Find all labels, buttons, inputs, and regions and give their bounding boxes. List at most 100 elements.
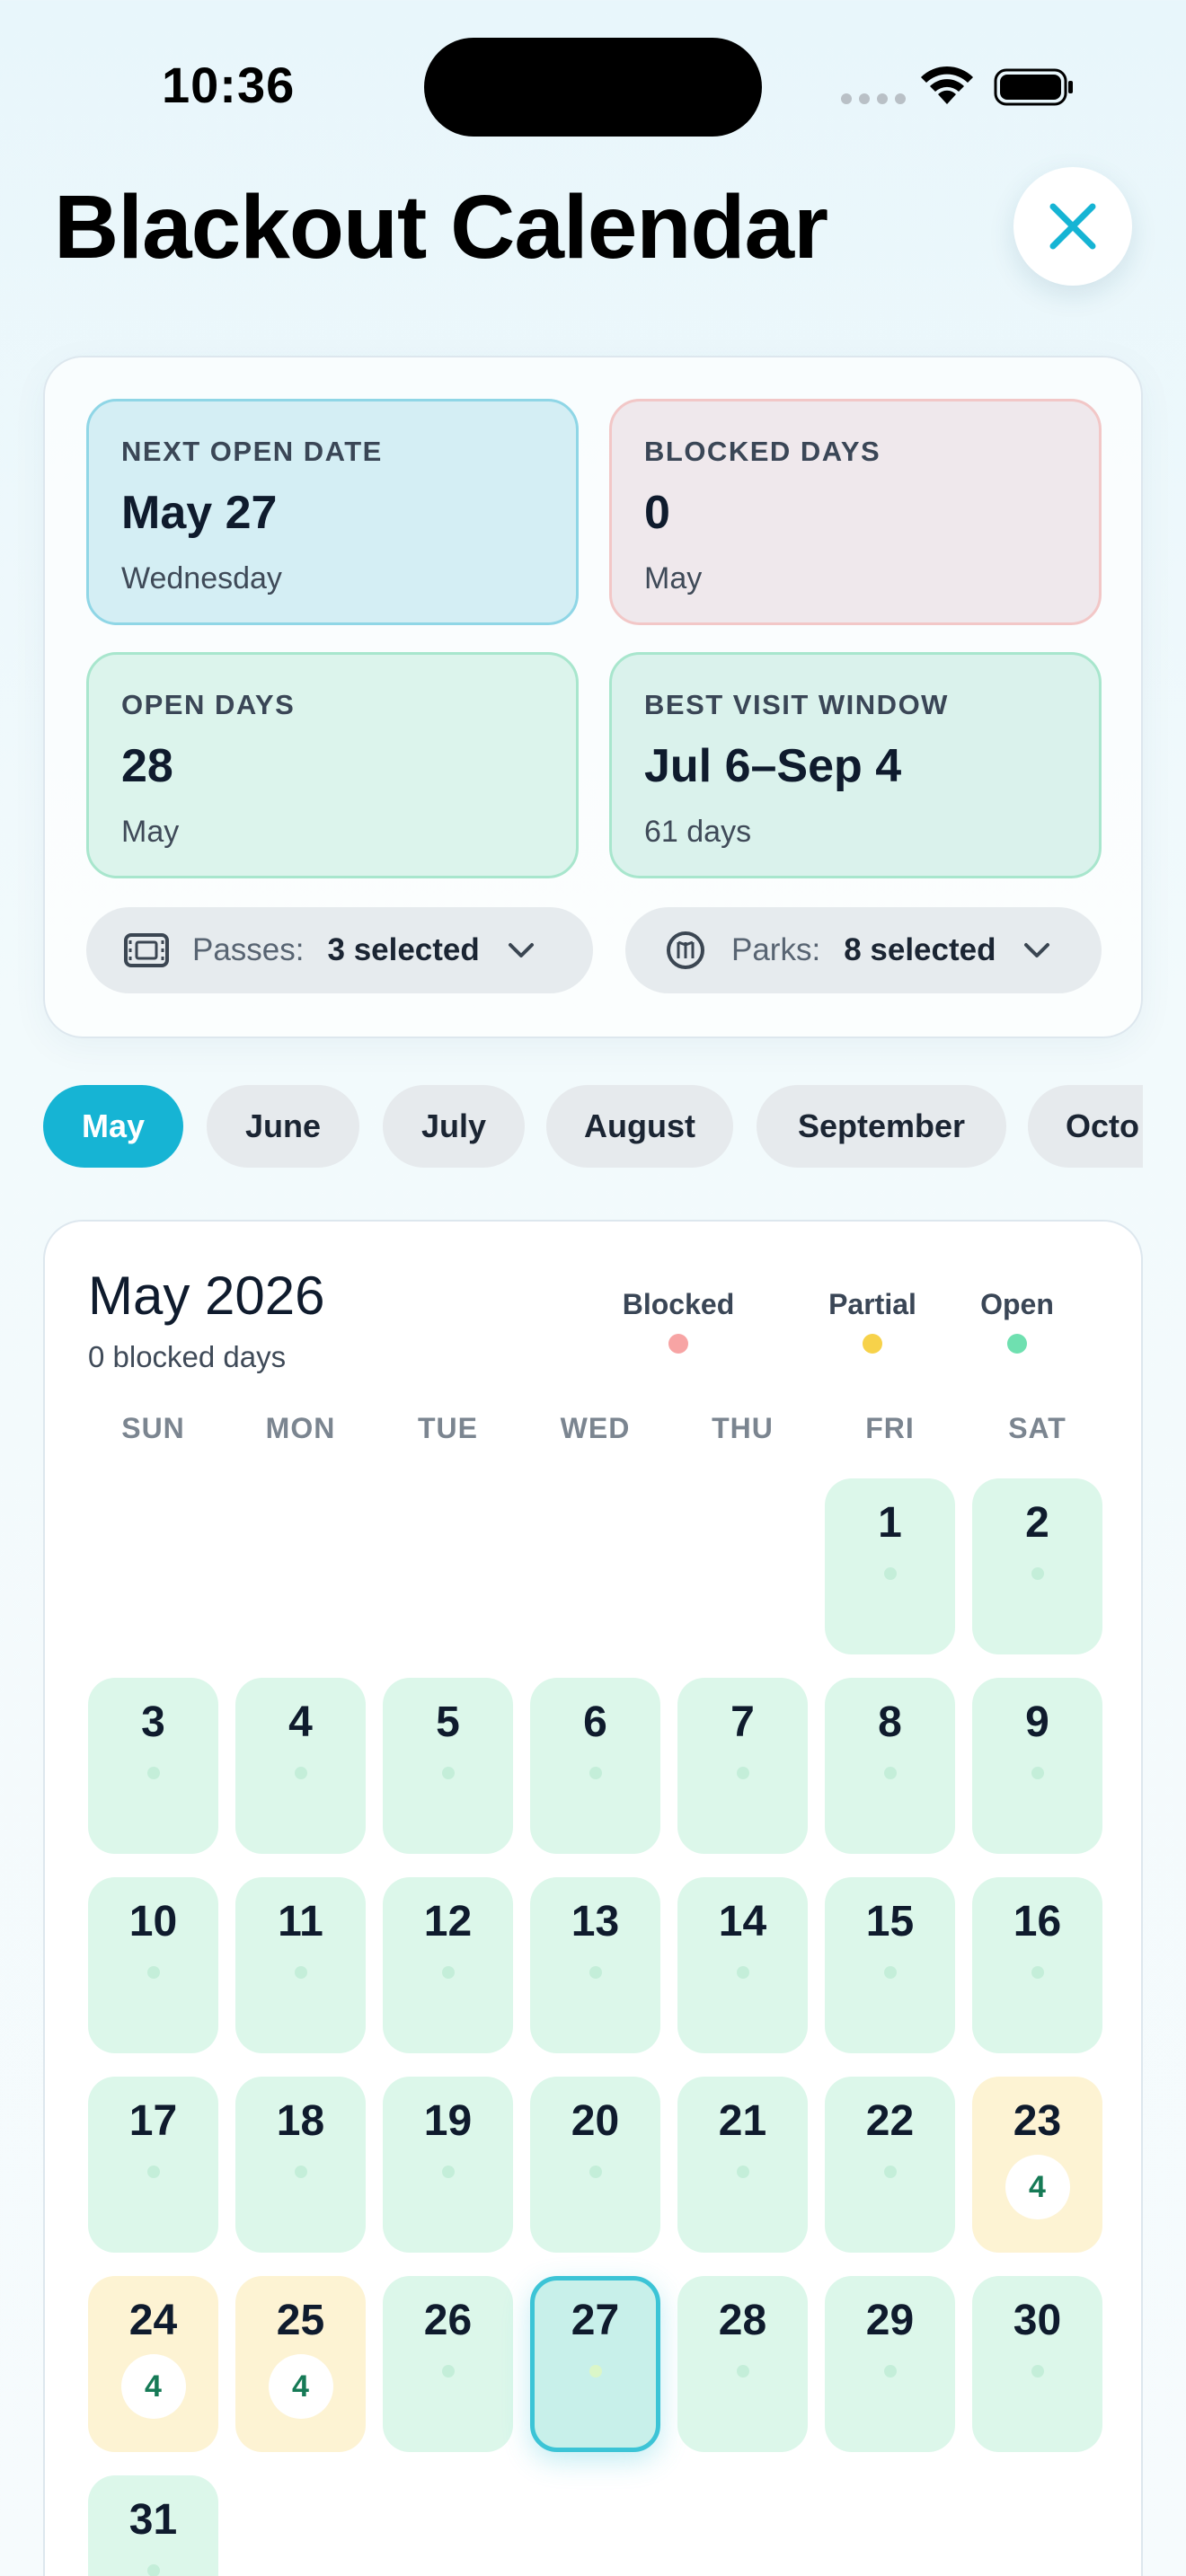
calendar-day[interactable]: 14: [677, 1877, 808, 2053]
calendar-day[interactable]: 30: [972, 2276, 1102, 2452]
day-number: 3: [141, 1698, 165, 1746]
tab-october[interactable]: Octo: [1028, 1085, 1143, 1168]
tab-july[interactable]: July: [383, 1085, 525, 1168]
cellular-signal-icon: [841, 93, 906, 104]
stat-sub: May: [121, 815, 180, 849]
calendar-day-selected[interactable]: 27: [530, 2276, 660, 2452]
status-bar: 10:36: [0, 0, 1186, 171]
calendar-day[interactable]: 11: [235, 1877, 366, 2053]
day-number: 29: [865, 2297, 915, 2344]
availability-dot: [736, 1767, 749, 1779]
passes-filter-label: Passes:: [192, 932, 305, 967]
chevron-down-icon: [1024, 943, 1050, 957]
calendar-day[interactable]: 25 4: [235, 2276, 366, 2452]
calendar-day[interactable]: 24 4: [88, 2276, 218, 2452]
day-number: 24: [128, 2297, 178, 2344]
availability-dot: [146, 2564, 160, 2576]
day-number: 23: [1013, 2097, 1062, 2145]
day-number: 13: [571, 1898, 620, 1945]
availability-dot: [883, 2166, 897, 2178]
day-number: 22: [865, 2097, 915, 2145]
day-number: 27: [571, 2297, 620, 2344]
day-number: 2: [1025, 1499, 1049, 1547]
parks-filter-dropdown[interactable]: Parks: 8 selected: [625, 907, 1102, 993]
availability-dot: [294, 2166, 307, 2178]
tab-september[interactable]: September: [757, 1085, 1006, 1168]
calendar-day[interactable]: 16: [972, 1877, 1102, 2053]
calendar-day[interactable]: 13: [530, 1877, 660, 2053]
partial-count-badge: 4: [120, 2354, 186, 2419]
day-number: 16: [1013, 1898, 1062, 1945]
legend-dot-open: [1007, 1334, 1027, 1354]
calendar-day[interactable]: 29: [825, 2276, 955, 2452]
calendar-day[interactable]: 12: [383, 1877, 513, 2053]
weekday-fri: FRI: [865, 1412, 915, 1444]
day-number: 15: [865, 1898, 915, 1945]
calendar-day[interactable]: 23 4: [972, 2077, 1102, 2253]
availability-dot: [441, 2365, 455, 2378]
day-number: 1: [878, 1499, 902, 1547]
calendar-day[interactable]: 6: [530, 1678, 660, 1854]
day-number: 10: [128, 1898, 178, 1945]
parks-filter-label: Parks:: [731, 932, 821, 967]
status-time: 10:36: [162, 57, 296, 113]
calendar-day[interactable]: 15: [825, 1877, 955, 2053]
calendar-blocked-count: 0 blocked days: [88, 1340, 287, 1373]
calendar-day[interactable]: 3: [88, 1678, 218, 1854]
availability-dot: [883, 2365, 897, 2378]
tab-august[interactable]: August: [546, 1085, 733, 1168]
day-number: 14: [718, 1898, 767, 1945]
day-number: 25: [276, 2297, 325, 2344]
partial-count-badge: 4: [268, 2354, 333, 2419]
availability-dot: [441, 1966, 455, 1979]
calendar-day[interactable]: 1: [825, 1478, 955, 1654]
calendar-card: May 2026 0 blocked days Blocked Partial …: [43, 1220, 1143, 2576]
summary-card: NEXT OPEN DATE May 27 Wednesday BLOCKED …: [43, 356, 1143, 1038]
calendar-day[interactable]: 2: [972, 1478, 1102, 1654]
calendar-day[interactable]: 5: [383, 1678, 513, 1854]
battery-icon: [994, 68, 1073, 106]
tab-june[interactable]: June: [207, 1085, 359, 1168]
day-number: 7: [730, 1698, 755, 1746]
calendar-day[interactable]: 7: [677, 1678, 808, 1854]
calendar-day[interactable]: 21: [677, 2077, 808, 2253]
passes-filter-dropdown[interactable]: Passes: 3 selected: [86, 907, 593, 993]
stat-label: OPEN DAYS: [121, 689, 296, 720]
calendar-day[interactable]: 10: [88, 1877, 218, 2053]
calendar-day[interactable]: 4: [235, 1678, 366, 1854]
stat-sub: May: [644, 561, 703, 595]
month-tabs: May June July August September Octo: [43, 1085, 1143, 1168]
calendar-day[interactable]: 31: [88, 2475, 218, 2576]
close-button[interactable]: [1013, 167, 1132, 286]
day-number: 18: [276, 2097, 325, 2145]
day-number: 9: [1025, 1698, 1049, 1746]
weekday-thu: THU: [712, 1412, 774, 1444]
parks-filter-value: 8 selected: [844, 932, 996, 967]
calendar-day[interactable]: 28: [677, 2276, 808, 2452]
stat-sub: Wednesday: [121, 561, 282, 595]
calendar-day[interactable]: 18: [235, 2077, 366, 2253]
day-number: 4: [288, 1698, 313, 1746]
calendar-day[interactable]: 20: [530, 2077, 660, 2253]
wifi-icon: [921, 66, 973, 104]
calendar-day[interactable]: 17: [88, 2077, 218, 2253]
page-title: Blackout Calendar: [54, 177, 828, 278]
availability-dot: [146, 1767, 160, 1779]
availability-dot: [736, 1966, 749, 1979]
tab-may[interactable]: May: [43, 1085, 183, 1168]
stat-value: May 27: [121, 487, 278, 539]
legend-dot-blocked: [668, 1334, 688, 1354]
stat-best-visit-window: BEST VISIT WINDOW Jul 6–Sep 4 61 days: [609, 652, 1102, 878]
calendar-day[interactable]: 22: [825, 2077, 955, 2253]
legend-partial: Partial: [814, 1288, 931, 1354]
calendar-day[interactable]: 9: [972, 1678, 1102, 1854]
calendar-day[interactable]: 26: [383, 2276, 513, 2452]
availability-dot: [1031, 1567, 1044, 1580]
day-number: 21: [718, 2097, 767, 2145]
day-number: 17: [128, 2097, 178, 2145]
calendar-day[interactable]: 8: [825, 1678, 955, 1854]
partial-count-badge: 4: [1005, 2155, 1070, 2219]
stat-label: BLOCKED DAYS: [644, 436, 881, 467]
day-number: 12: [423, 1898, 473, 1945]
calendar-day[interactable]: 19: [383, 2077, 513, 2253]
